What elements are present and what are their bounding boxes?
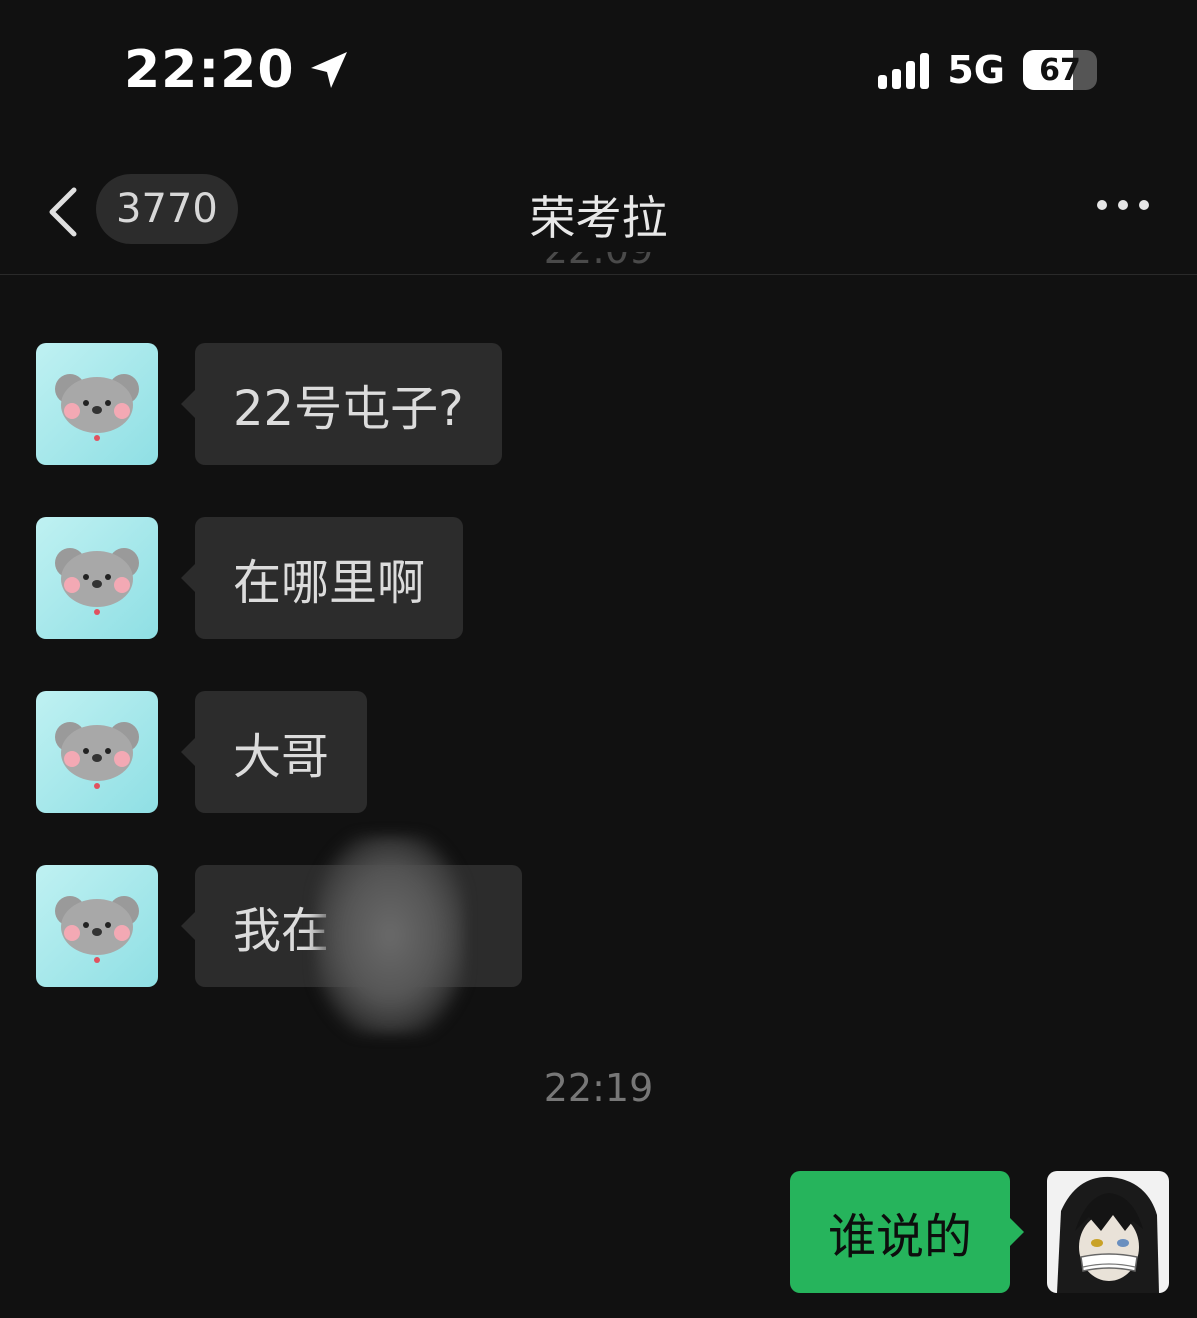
more-dots-icon[interactable] [1097, 200, 1149, 210]
time-separator: 22:19 [543, 1066, 654, 1110]
message-row-incoming: 22号屯子? [36, 343, 502, 465]
message-bubble[interactable]: 在哪里啊 [180, 517, 464, 639]
message-bubble[interactable]: 大哥 [180, 691, 368, 813]
status-time: 22:20 [124, 40, 351, 100]
message-row-outgoing: 谁说的 [789, 1171, 1169, 1293]
message-row-incoming: 在哪里啊 [36, 517, 464, 639]
message-bubble-outgoing[interactable]: 谁说的 [789, 1171, 1025, 1293]
chat-title: 荣考拉 [529, 191, 668, 245]
message-bubble[interactable]: 我在 [181, 835, 522, 1035]
network-label: 5G [947, 48, 1005, 92]
location-arrow-icon [310, 52, 347, 88]
message-row-incoming: 大哥 [36, 691, 368, 813]
koala-avatar[interactable] [36, 865, 158, 987]
koala-avatar[interactable] [36, 691, 158, 813]
signal-icon [878, 51, 930, 89]
battery-percent: 67 [1039, 52, 1081, 88]
battery-icon: 67 [1023, 50, 1097, 90]
message-row-incoming: 我在 [36, 835, 522, 1035]
koala-avatar[interactable] [36, 517, 158, 639]
status-time-text: 22:20 [124, 40, 295, 100]
status-right: 5G 67 [878, 48, 1097, 92]
redaction-blur [315, 835, 465, 1035]
message-bubble[interactable]: 22号屯子? [181, 343, 502, 465]
anime-avatar[interactable] [1047, 1171, 1169, 1293]
clipped-timestamp: 22:09 [0, 252, 1197, 276]
koala-avatar[interactable] [36, 343, 158, 465]
